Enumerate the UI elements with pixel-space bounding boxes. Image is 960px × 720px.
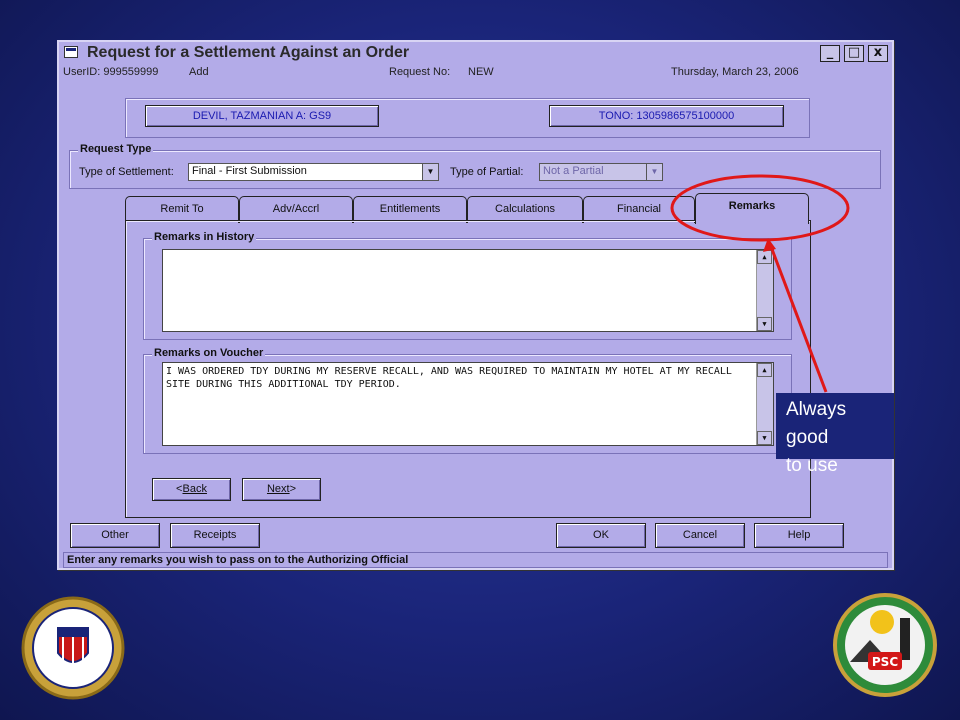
tab-remarks[interactable]: Remarks: [695, 193, 809, 224]
annotation-overlay: [670, 174, 850, 393]
callout-box: Always good to use: [776, 393, 894, 476]
callout-arrow-line: [768, 243, 828, 393]
callout-line-2: to use: [786, 455, 838, 476]
psc-topeka-logo: PSC: [833, 593, 937, 697]
svg-text:PSC: PSC: [872, 655, 898, 669]
coast-guard-logo: [21, 596, 125, 700]
callout-line-1: Always good: [786, 399, 847, 448]
